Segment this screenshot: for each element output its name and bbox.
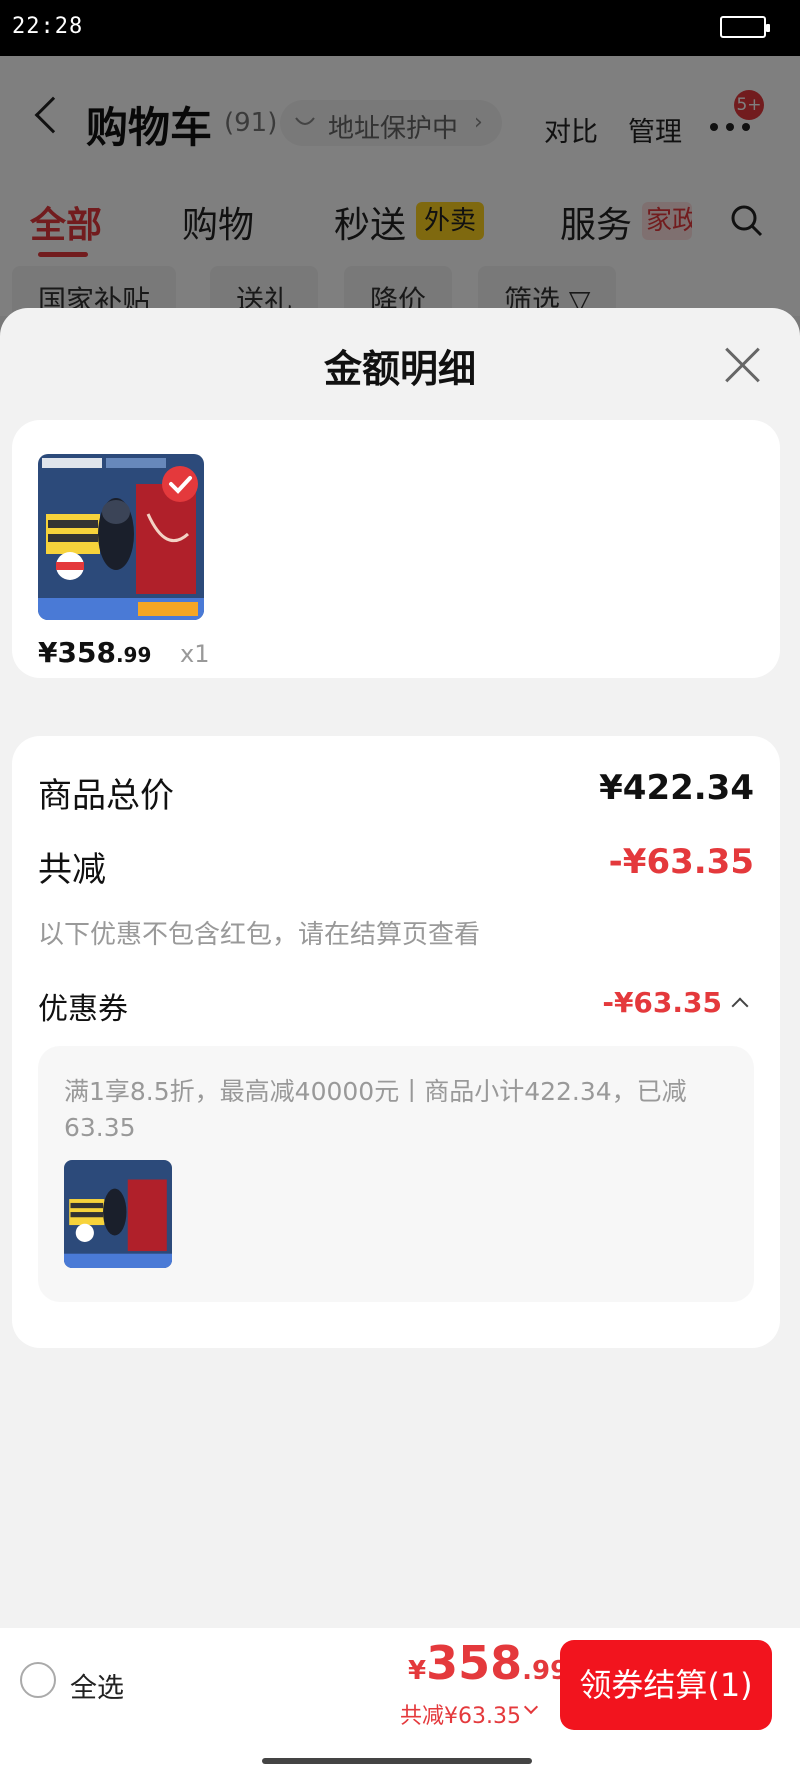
select-all-label[interactable]: 全选 — [70, 1666, 124, 1705]
chevron-up-icon[interactable] — [731, 997, 749, 1015]
checkout-bar: 全选 ¥358.99 共减¥63.35 领券结算(1) — [0, 1628, 800, 1777]
amount-detail-sheet: 金额明细 ¥358.99 x1 商品总价 ¥422.34 共减 -¥63.35 … — [0, 308, 800, 1777]
close-icon[interactable] — [724, 346, 762, 384]
discount-value: -¥63.35 — [608, 842, 754, 882]
coupon-detail-box: 满1享8.5折，最高减40000元丨商品小计422.34，已减63.35 — [38, 1046, 754, 1302]
total-price: ¥358.99 — [408, 1636, 568, 1690]
price-breakdown-card: 商品总价 ¥422.34 共减 -¥63.35 以下优惠不包含红包，请在结算页查… — [12, 736, 780, 1348]
product-image[interactable] — [38, 454, 204, 620]
coupon-value[interactable]: -¥63.35 — [602, 986, 722, 1019]
item-quantity: x1 — [180, 640, 210, 668]
coupon-product-image — [64, 1160, 172, 1268]
status-bar: 22:28 — [0, 0, 800, 56]
total-label: 商品总价 — [38, 776, 174, 816]
saved-amount[interactable]: 共减¥63.35 — [400, 1698, 521, 1730]
discount-note: 以下优惠不包含红包，请在结算页查看 — [38, 920, 481, 950]
sheet-title: 金额明细 — [323, 347, 476, 391]
item-price-int: ¥358 — [38, 636, 116, 669]
coupon-description: 满1享8.5折，最高减40000元丨商品小计422.34，已减63.35 — [64, 1077, 687, 1142]
status-time: 22:28 — [12, 14, 84, 39]
battery-icon — [720, 16, 770, 38]
currency-symbol: ¥ — [408, 1656, 427, 1686]
coupon-product-thumbnail-art — [64, 1160, 172, 1268]
total-price-int: 358 — [426, 1636, 523, 1690]
home-indicator[interactable] — [262, 1758, 532, 1764]
item-price-dec: .99 — [115, 643, 152, 667]
select-all-radio[interactable] — [20, 1662, 56, 1698]
checkout-button[interactable]: 领券结算(1) — [560, 1640, 772, 1730]
coupon-label[interactable]: 优惠券 — [38, 984, 128, 1028]
total-value: ¥422.34 — [599, 768, 754, 808]
check-icon — [162, 466, 198, 502]
chevron-down-icon[interactable] — [523, 1699, 539, 1715]
discount-label: 共减 — [38, 850, 106, 890]
item-price: ¥358.99 — [38, 636, 151, 669]
item-card: ¥358.99 x1 — [12, 420, 780, 678]
